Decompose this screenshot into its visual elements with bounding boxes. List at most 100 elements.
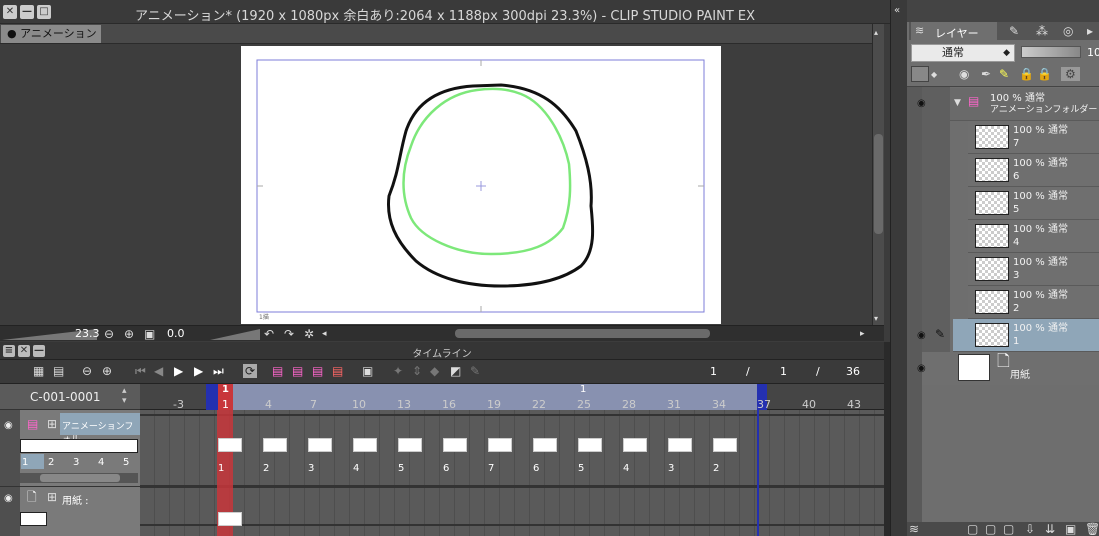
horizontal-scroll-thumb[interactable] xyxy=(455,329,710,338)
cel-palette-item[interactable]: 2 xyxy=(48,457,54,468)
play-icon[interactable]: ▶ xyxy=(174,364,183,378)
opacity-value[interactable]: 10 xyxy=(1087,46,1099,59)
light-table-icon[interactable]: ◩ xyxy=(450,364,461,378)
paper-eye-icon[interactable]: ◉ xyxy=(4,494,16,504)
new-folder-icon[interactable]: ▢ xyxy=(1003,522,1014,536)
layer-row[interactable]: 100 % 通常 2 xyxy=(968,286,1099,319)
frame-cel[interactable] xyxy=(218,438,242,452)
frame-cel[interactable] xyxy=(263,438,287,452)
reference-icon[interactable]: ✎ xyxy=(999,67,1009,81)
timeline-zoom-out-icon[interactable]: ⊖ xyxy=(82,364,92,378)
frame-cel[interactable] xyxy=(443,438,467,452)
new-animation-folder-icon[interactable]: ▤ xyxy=(272,364,283,378)
prev-frame-icon[interactable]: ◀ xyxy=(154,364,163,378)
last-frame-icon[interactable]: ⏭ xyxy=(213,364,224,378)
tab-layer[interactable]: ≋ レイヤー xyxy=(911,22,997,40)
scroll-left-icon[interactable]: ◂ xyxy=(322,327,327,341)
edit-timeline-icon[interactable]: ▤ xyxy=(53,364,64,378)
timeline-frames[interactable]: 1 2 3 4 5 6 7 6 5 4 3 2 xyxy=(140,410,884,536)
new-cel-icon[interactable]: ▤ xyxy=(292,364,303,378)
pen-icon[interactable]: ✒ xyxy=(981,67,991,81)
onion-skin-icon[interactable]: ▣ xyxy=(362,364,373,378)
scroll-right-icon[interactable]: ▸ xyxy=(860,327,865,341)
layer-row-folder[interactable]: ▼ ▤ 100 % 通常 アニメーションフォルダー 1 xyxy=(950,88,1099,121)
opacity-slider[interactable] xyxy=(1021,46,1081,58)
new-vector-layer-icon[interactable]: ▢ xyxy=(985,522,996,536)
frame-cel[interactable] xyxy=(668,438,692,452)
transfer-down-icon[interactable]: ⇩ xyxy=(1025,522,1035,536)
paper-frame-cel[interactable] xyxy=(218,512,242,526)
lock-icon[interactable]: 🔒 xyxy=(1019,67,1034,81)
folder-expand-icon[interactable]: ▼ xyxy=(954,96,961,110)
layer-row[interactable]: 100 % 通常 7 xyxy=(968,121,1099,154)
brush-tab-icon[interactable]: ✎ xyxy=(1009,24,1019,38)
frame-cel[interactable] xyxy=(578,438,602,452)
cel-palette-item[interactable]: 4 xyxy=(98,457,104,468)
more-tab-icon[interactable]: ▸ xyxy=(1087,24,1093,38)
cel-palette-strip[interactable] xyxy=(20,439,138,453)
blend-mode-select[interactable]: 通常 ◆ xyxy=(911,44,1015,62)
timeline-name-box[interactable]: C-001-0001 ▴ ▾ xyxy=(0,384,140,410)
timeline-zoom-in-icon[interactable]: ⊕ xyxy=(102,364,112,378)
expand-track-icon[interactable]: ⊞ xyxy=(47,417,57,431)
reset-rotate-icon[interactable]: ✲ xyxy=(304,327,314,341)
scroll-up-icon[interactable]: ▴ xyxy=(874,26,878,40)
collapse-dock-icon[interactable]: « xyxy=(894,4,900,18)
canvas-paper[interactable]: 1描 xyxy=(241,46,721,324)
timeline-ruler[interactable]: 1 1 -3 1 4 7 10 13 16 19 22 25 28 31 34 … xyxy=(140,384,884,411)
rotate-slider[interactable] xyxy=(210,327,260,340)
mask-add-icon[interactable]: ▣ xyxy=(1065,522,1076,536)
vertical-scroll-thumb[interactable] xyxy=(874,134,883,234)
layer-color-swatch[interactable] xyxy=(911,66,929,82)
cel-palette-item[interactable]: 3 xyxy=(73,457,79,468)
layer-row-selected[interactable]: 100 % 通常 1 xyxy=(953,319,1099,352)
frame-cel[interactable] xyxy=(488,438,512,452)
loop-icon[interactable]: ⟳ xyxy=(243,364,258,378)
timeline-select-icon[interactable]: ▴ ▾ xyxy=(122,386,127,406)
merge-down-icon[interactable]: ⇊ xyxy=(1045,522,1055,536)
rotate-left-icon[interactable]: ↶ xyxy=(264,327,274,341)
keyframe-icon[interactable]: ✦ xyxy=(393,364,403,378)
color-swatch-spinner-icon[interactable]: ◆ xyxy=(931,68,937,82)
navigator-tab-icon[interactable]: ◎ xyxy=(1063,24,1073,38)
zoom-in-icon[interactable]: ⊕ xyxy=(124,327,134,341)
folder-eye-icon[interactable]: ◉ xyxy=(917,99,929,109)
mask-icon[interactable]: ◉ xyxy=(959,67,969,81)
zoom-out-icon[interactable]: ⊖ xyxy=(104,327,114,341)
folder-eye-icon[interactable]: ◉ xyxy=(4,421,16,431)
new-raster-layer-icon[interactable]: ▢ xyxy=(967,522,978,536)
frame-cel[interactable] xyxy=(533,438,557,452)
layer-row[interactable]: 100 % 通常 3 xyxy=(968,253,1099,286)
frame-cel[interactable] xyxy=(713,438,737,452)
angle-value[interactable]: 0.0 xyxy=(167,327,185,340)
cel-palette-scroll[interactable] xyxy=(20,473,138,483)
layer-options-icon[interactable]: ⚙ xyxy=(1061,67,1080,81)
assign-cel-icon[interactable]: ▤ xyxy=(312,364,323,378)
delete-cel-icon[interactable]: ▤ xyxy=(332,364,343,378)
first-frame-icon[interactable]: ⏮ xyxy=(135,364,146,378)
vertical-scrollbar[interactable]: ▴ ▾ xyxy=(872,24,884,326)
range-start-marker[interactable] xyxy=(206,384,218,410)
texture-tab-icon[interactable]: ⁂ xyxy=(1036,24,1048,38)
document-tab[interactable]: ● アニメーション* xyxy=(1,25,101,58)
cel-palette-item[interactable]: 5 xyxy=(123,457,129,468)
frame-cel[interactable] xyxy=(308,438,332,452)
layer-row-paper[interactable]: 🗋 用紙 xyxy=(922,352,1099,385)
cel-palette-scroll-thumb[interactable] xyxy=(40,474,120,482)
layer-menu-icon[interactable]: ≋ xyxy=(909,522,919,536)
next-frame-icon[interactable]: ▶ xyxy=(194,364,203,378)
cel-palette-item[interactable]: 1 xyxy=(22,457,28,468)
pencil-icon[interactable]: ✎ xyxy=(470,364,480,378)
delete-layer-icon[interactable]: 🗑 xyxy=(1085,522,1099,536)
lock-transparency-icon[interactable]: 🔒 xyxy=(1037,67,1052,81)
expand-paper-icon[interactable]: ⊞ xyxy=(47,490,57,504)
zoom-value[interactable]: 23.3 xyxy=(75,327,100,340)
layer-row[interactable]: 100 % 通常 5 xyxy=(968,187,1099,220)
layer-eye-icon[interactable]: ◉ xyxy=(917,331,929,341)
scroll-down-icon[interactable]: ▾ xyxy=(874,312,878,326)
keyframe-move-icon[interactable]: ⇕ xyxy=(412,364,422,378)
rotate-right-icon[interactable]: ↷ xyxy=(284,327,294,341)
new-timeline-icon[interactable]: ▦ xyxy=(33,364,44,378)
layer-row[interactable]: 100 % 通常 6 xyxy=(968,154,1099,187)
paper-layer-eye-icon[interactable]: ◉ xyxy=(917,364,929,374)
